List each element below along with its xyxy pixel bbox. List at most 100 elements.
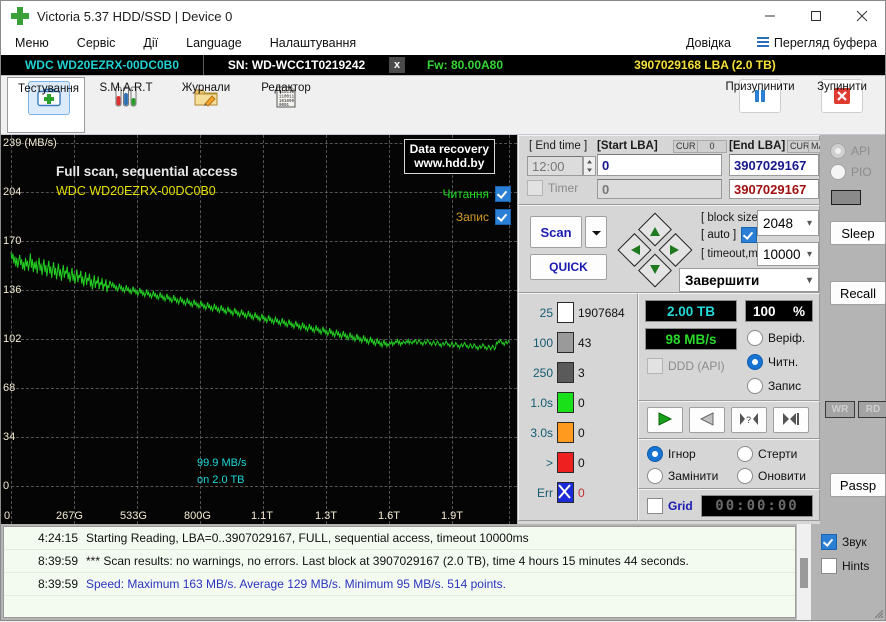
start-lba-cur-value[interactable]: 0: [697, 140, 727, 153]
percent-symbol: %: [792, 303, 805, 319]
play-button[interactable]: [647, 407, 683, 433]
speed-display: 98 MB/s: [645, 328, 737, 350]
speed-graph[interactable]: 239 (MB/s) 204 170 136 102 68 34 0 0 267…: [1, 135, 517, 524]
toolbar-button-smart[interactable]: S.M.A.R.T: [87, 77, 165, 133]
close-button[interactable]: [839, 1, 885, 31]
end-time-input[interactable]: 12:00: [527, 156, 583, 176]
start-lba-input[interactable]: 0: [597, 154, 722, 176]
legend-read-checkbox[interactable]: [495, 186, 511, 202]
grid-row[interactable]: Grid: [647, 498, 693, 514]
y-tick-7: 0: [3, 480, 10, 492]
start-lba-cur-tag[interactable]: CUR: [673, 140, 699, 153]
x-tick-0: 0: [4, 510, 11, 522]
start-lba-secondary[interactable]: 0: [597, 179, 722, 199]
defect-remap-radio[interactable]: [647, 468, 663, 484]
auto-checkbox[interactable]: [741, 227, 758, 243]
stat-key-3s: 3.0s: [530, 425, 553, 440]
legend-read[interactable]: Читання: [443, 186, 511, 202]
menu-item-help[interactable]: Довідка: [672, 31, 757, 55]
seek-question-button[interactable]: ?: [731, 407, 767, 433]
resize-grip[interactable]: [872, 607, 884, 619]
grid-checkbox[interactable]: [647, 498, 663, 514]
end-time-spinner[interactable]: [583, 156, 596, 176]
timer-checkbox-row[interactable]: Timer: [527, 180, 578, 196]
mode-write-radio[interactable]: [747, 378, 763, 394]
quick-button[interactable]: QUICK: [530, 254, 607, 280]
mode-read-radio[interactable]: [747, 354, 763, 370]
ddd-checkbox[interactable]: [647, 358, 663, 374]
log-scrollbar[interactable]: [796, 524, 811, 620]
rewind-icon: [698, 411, 716, 429]
drive-model[interactable]: WDC WD20EZRX-00DC0B0: [1, 58, 203, 72]
log-time: 8:39:59: [37, 577, 78, 591]
api-row[interactable]: API: [830, 143, 870, 159]
end-lba-secondary[interactable]: 3907029167: [729, 179, 819, 199]
stat-value-over: 0: [578, 455, 585, 470]
defect-remap-row[interactable]: Замінити: [647, 468, 718, 484]
ddd-row[interactable]: DDD (API): [647, 358, 725, 374]
log-list[interactable]: 4:24:15 Starting Reading, LBA=0..3907029…: [3, 526, 796, 618]
mode-verify-label: Веріф.: [768, 331, 806, 345]
defect-ignore-row[interactable]: Ігнор: [647, 446, 696, 462]
drive-info-bar: WDC WD20EZRX-00DC0B0 SN: WD-WCC1T0219242…: [1, 55, 885, 76]
graph-annotation-speed: 99.9 MB/s: [197, 457, 247, 469]
passp-button[interactable]: Passp: [830, 473, 886, 497]
buffer-view-button[interactable]: Перегляд буфера: [756, 36, 885, 50]
api-radio[interactable]: [830, 143, 846, 159]
clear-serial-button[interactable]: x: [389, 57, 405, 73]
mode-write-row[interactable]: Запис: [747, 378, 801, 394]
timer-checkbox[interactable]: [527, 180, 543, 196]
toolbar-button-testing[interactable]: Тестування: [7, 77, 85, 133]
sleep-button[interactable]: Sleep: [830, 221, 886, 245]
log-scrollbar-thumb[interactable]: [800, 558, 808, 588]
menu-item-settings[interactable]: Налаштування: [256, 31, 370, 55]
pio-radio[interactable]: [830, 164, 846, 180]
x-tick-5: 1.3T: [315, 510, 338, 522]
skip-begin-button[interactable]: [773, 407, 809, 433]
mode-verify-row[interactable]: Веріф.: [747, 330, 805, 346]
toolbar-button-logs[interactable]: Журнали: [167, 77, 245, 133]
legend-write[interactable]: Запис: [456, 209, 511, 225]
scan-button[interactable]: Scan: [530, 216, 582, 248]
menu-item-menu[interactable]: Меню: [1, 31, 63, 55]
defect-erase-row[interactable]: Стерти: [737, 446, 797, 462]
speed-graph-panel: 239 (MB/s) 204 170 136 102 68 34 0 0 267…: [1, 135, 518, 524]
y-tick-0: 239 (MB/s): [3, 137, 57, 149]
reverse-button[interactable]: [689, 407, 725, 433]
end-lba-input[interactable]: 3907029167: [729, 154, 819, 176]
stop-button[interactable]: Зупинити: [803, 76, 881, 132]
defect-ignore-radio[interactable]: [647, 446, 663, 462]
grid-label: Grid: [668, 499, 693, 513]
rd-indicator[interactable]: RD: [858, 401, 886, 418]
menu-item-actions[interactable]: Дії: [129, 31, 172, 55]
x-tick-3: 800G: [184, 510, 211, 522]
mode-verify-radio[interactable]: [747, 330, 763, 346]
sound-row[interactable]: Звук: [821, 534, 867, 550]
defect-refresh-row[interactable]: Оновити: [737, 468, 806, 484]
wr-indicator[interactable]: WR: [825, 401, 855, 418]
window-buttons: [747, 1, 885, 31]
legend-write-checkbox[interactable]: [495, 209, 511, 225]
hints-row[interactable]: Hints: [821, 558, 869, 574]
menu-item-language[interactable]: Language: [172, 31, 256, 55]
defect-refresh-radio[interactable]: [737, 468, 753, 484]
sound-checkbox[interactable]: [821, 534, 837, 550]
hints-checkbox[interactable]: [821, 558, 837, 574]
finish-action-select[interactable]: Завершити ▾: [679, 268, 819, 292]
block-size-select[interactable]: 2048 ▾: [757, 210, 819, 236]
recall-button[interactable]: Recall: [830, 281, 886, 305]
pause-button[interactable]: Призупинити: [721, 76, 799, 132]
toolbar-button-editor[interactable]: 010110 110011 101000 0001 Редактор: [247, 77, 325, 133]
pio-row[interactable]: PIO: [830, 164, 872, 180]
play-icon: [656, 411, 674, 429]
scan-dropdown-button[interactable]: [585, 216, 607, 248]
minimize-button[interactable]: [747, 1, 793, 31]
stat-swatch-100: [557, 332, 574, 353]
defect-erase-radio[interactable]: [737, 446, 753, 462]
drive-capacity: 3907029168 LBA (2.0 TB): [634, 58, 776, 72]
mode-read-row[interactable]: Читн.: [747, 354, 798, 370]
maximize-button[interactable]: [793, 1, 839, 31]
menu-item-service[interactable]: Сервіс: [63, 31, 130, 55]
auto-row[interactable]: [ auto ]: [701, 227, 758, 243]
timeout-select[interactable]: 10000 ▾: [757, 242, 819, 266]
